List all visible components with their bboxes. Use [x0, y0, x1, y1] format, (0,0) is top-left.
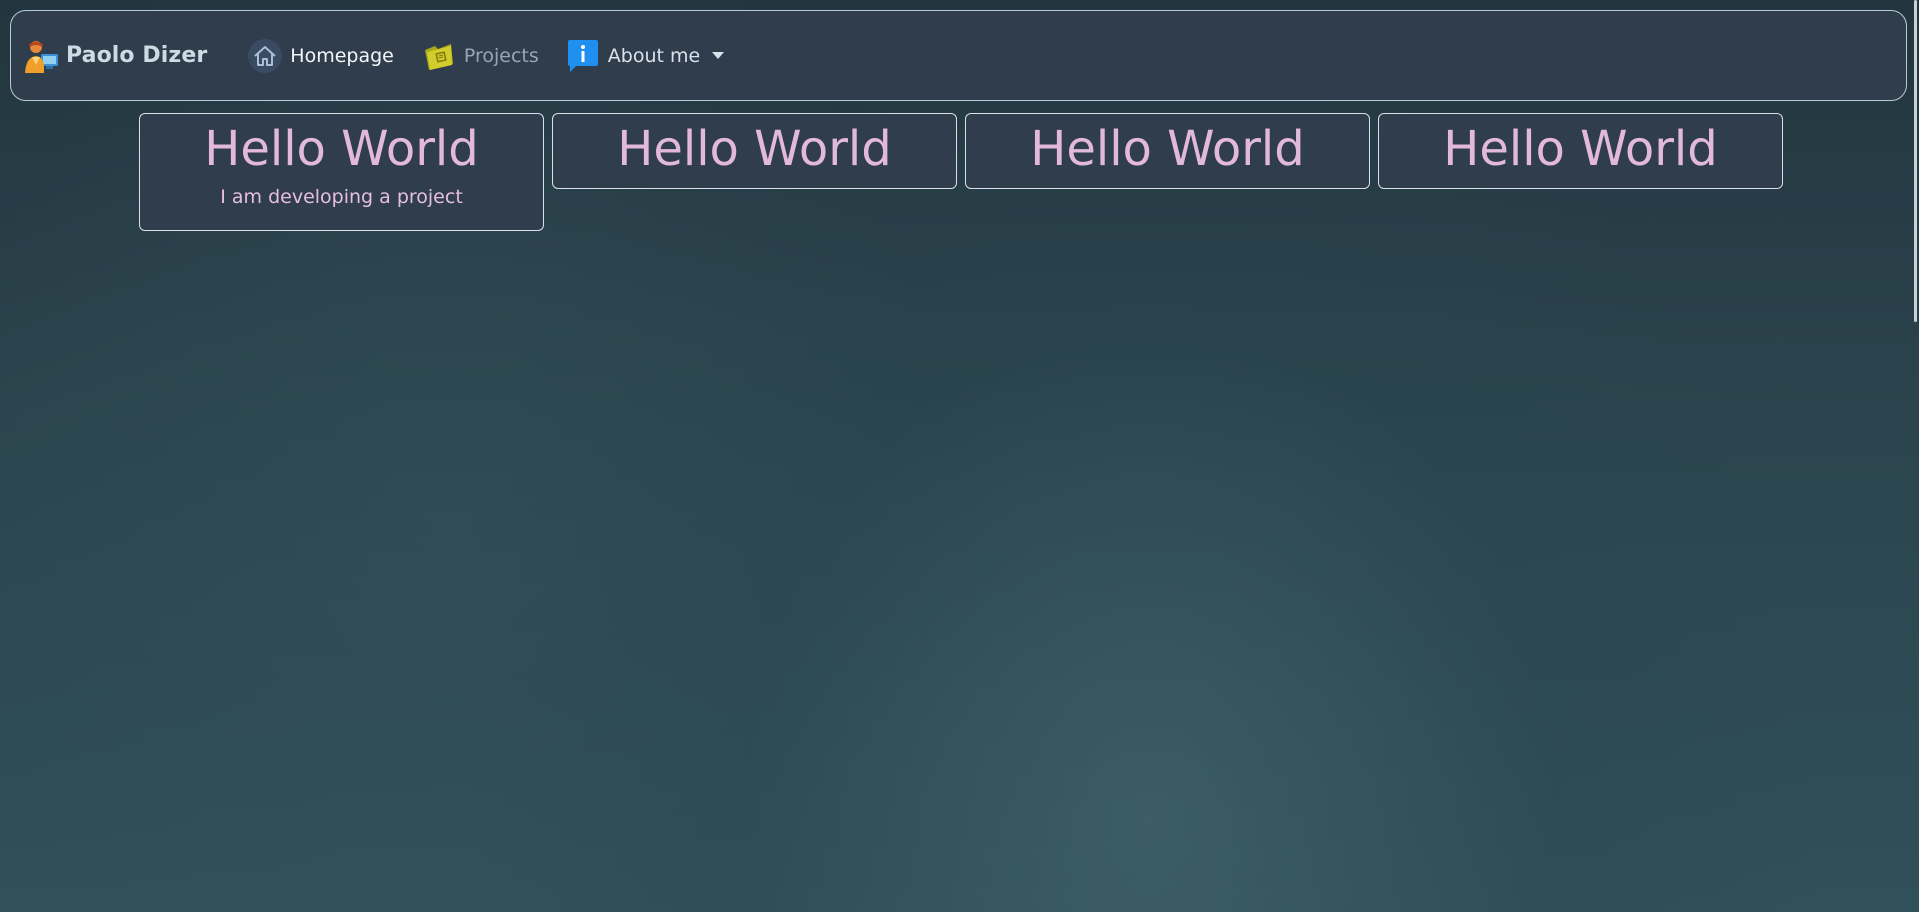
- folder-icon: [424, 43, 453, 70]
- project-card: Hello World: [552, 113, 957, 189]
- nav-label-homepage: Homepage: [290, 44, 394, 67]
- card-text: I am developing a project: [220, 186, 463, 208]
- card-title: Hello World: [617, 121, 892, 177]
- card-title: Hello World: [1443, 121, 1718, 177]
- nav-item-projects[interactable]: Projects: [421, 36, 539, 76]
- project-card: Hello World I am developing a project: [139, 113, 544, 231]
- project-card: Hello World: [1378, 113, 1783, 189]
- brand-link[interactable]: Paolo Dizer: [22, 36, 207, 76]
- card-title: Hello World: [204, 121, 479, 177]
- chevron-down-icon[interactable]: [712, 52, 725, 59]
- card-title: Hello World: [1030, 121, 1305, 177]
- card-row: Hello World I am developing a project He…: [139, 113, 1783, 231]
- nav-label-about-me: About me: [607, 44, 701, 67]
- person-computer-logo-icon: [25, 40, 58, 73]
- nav-label-projects: Projects: [463, 44, 539, 67]
- nav-item-homepage[interactable]: Homepage: [247, 36, 394, 76]
- info-icon: [567, 39, 598, 72]
- project-card: Hello World: [965, 113, 1370, 189]
- navbar: Paolo Dizer Homepage Projects About me: [10, 10, 1907, 101]
- vertical-scrollbar[interactable]: [1911, 0, 1919, 912]
- brand-name: Paolo Dizer: [66, 43, 208, 68]
- scrollbar-thumb[interactable]: [1914, 0, 1917, 322]
- home-icon: [248, 38, 283, 73]
- nav-item-about-me[interactable]: About me: [565, 36, 725, 76]
